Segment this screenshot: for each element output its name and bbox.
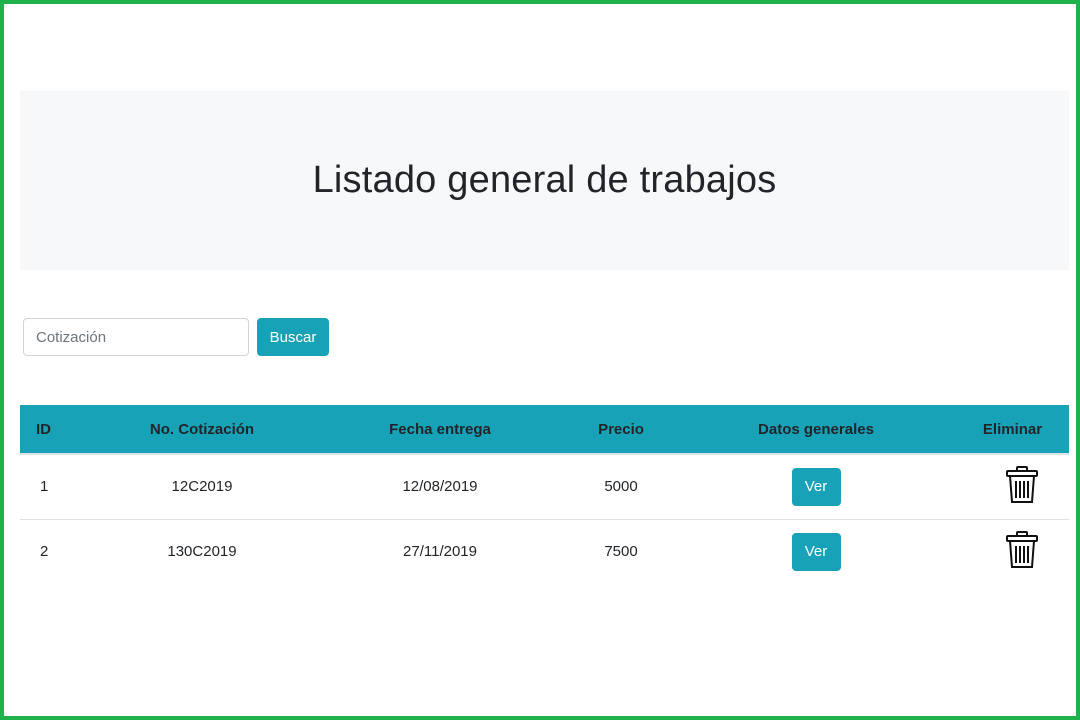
page-title: Listado general de trabajos: [312, 159, 777, 201]
view-button[interactable]: Ver: [791, 532, 841, 571]
jobs-table-container: ID No. Cotización Fecha entrega Precio D…: [20, 405, 1069, 584]
trash-icon[interactable]: [1004, 530, 1040, 569]
cell-delete: [956, 454, 1069, 520]
view-button[interactable]: Ver: [791, 467, 841, 506]
cell-delete: [956, 519, 1069, 584]
header-price: Precio: [566, 405, 676, 455]
table-row: 2 130C2019 27/11/2019 7500 Ver: [20, 519, 1069, 584]
cell-id: 1: [20, 454, 90, 520]
trash-icon[interactable]: [1004, 465, 1040, 504]
cell-quote: 12C2019: [90, 454, 314, 520]
header-general: Datos generales: [676, 405, 956, 455]
cell-id: 2: [40, 543, 49, 561]
cell-price: 7500: [604, 543, 638, 561]
header-quote: No. Cotización: [90, 405, 314, 455]
page-header: Listado general de trabajos: [20, 91, 1069, 270]
search-button[interactable]: Buscar: [257, 318, 329, 356]
table-row: 1 12C2019 12/08/2019 5000 Ver: [20, 454, 1069, 520]
jobs-table: ID No. Cotización Fecha entrega Precio D…: [20, 405, 1069, 584]
cell-general: Ver: [676, 454, 956, 520]
search-bar: Buscar: [23, 318, 329, 356]
page-frame: Listado general de trabajos Buscar ID No…: [0, 0, 1080, 720]
table-header-row: ID No. Cotización Fecha entrega Precio D…: [20, 405, 1069, 455]
search-input[interactable]: [23, 318, 249, 356]
cell-delivery: 12/08/2019: [314, 454, 566, 520]
cell-delivery: 27/11/2019: [403, 543, 477, 561]
cell-price: 5000: [566, 454, 676, 520]
cell-quote: 130C2019: [167, 543, 237, 561]
header-id: ID: [20, 405, 90, 455]
header-delete: Eliminar: [956, 405, 1069, 455]
header-delivery: Fecha entrega: [314, 405, 566, 455]
cell-general: Ver: [676, 519, 956, 584]
